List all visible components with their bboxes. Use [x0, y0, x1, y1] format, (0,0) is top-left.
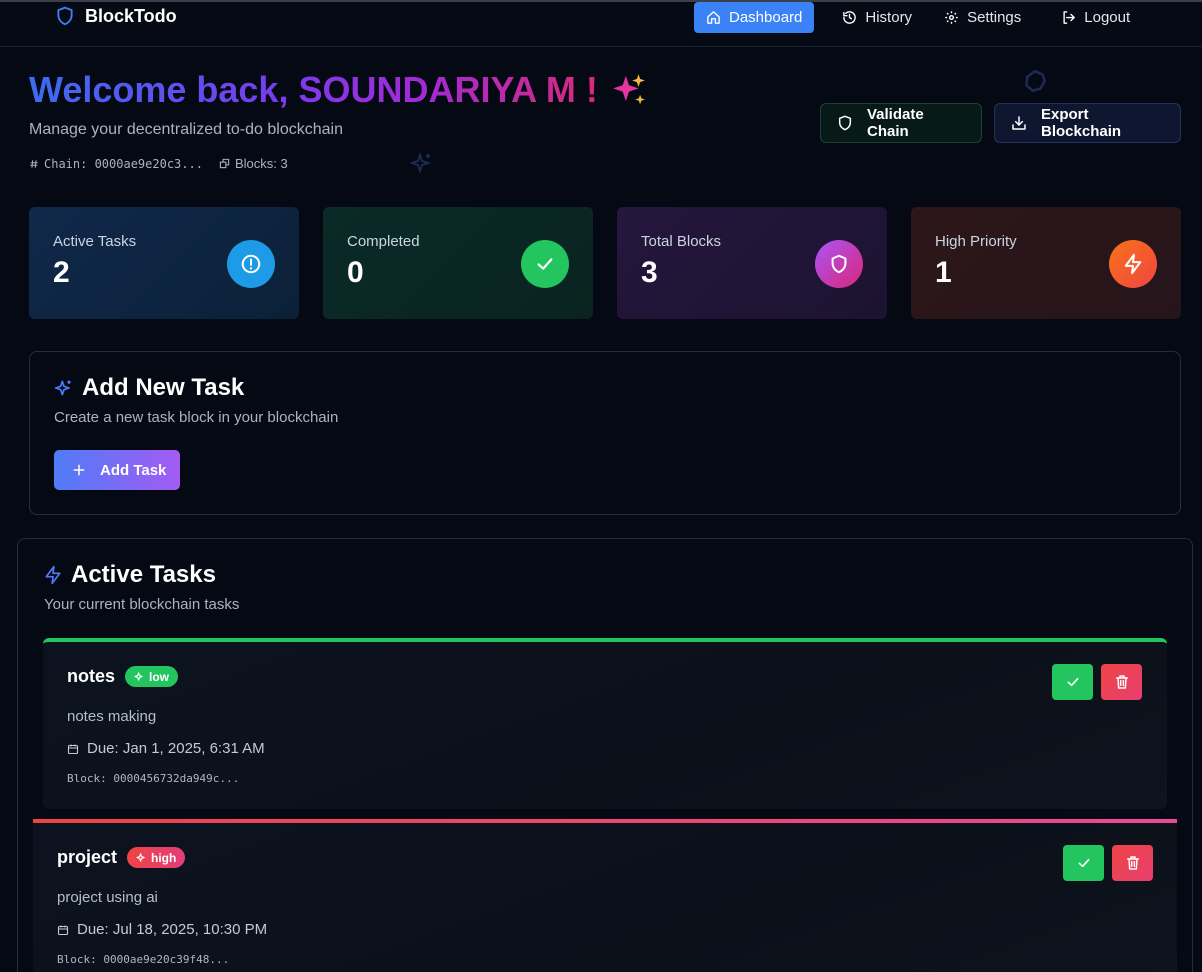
- priority-label: low: [149, 669, 170, 684]
- plus-icon: [72, 463, 86, 477]
- hash-icon: [29, 159, 39, 169]
- export-blockchain-button[interactable]: Export Blockchain: [994, 103, 1181, 143]
- brand[interactable]: BlockTodo: [55, 5, 177, 27]
- nav-settings-label: Settings: [967, 9, 1022, 26]
- task-block-hash: Block: 0000ae9e20c39f48...: [57, 953, 230, 966]
- complete-task-button[interactable]: [1052, 664, 1093, 700]
- nav-dashboard[interactable]: Dashboard: [694, 2, 815, 33]
- add-task-button[interactable]: Add Task: [54, 450, 180, 490]
- add-task-label: Add Task: [100, 461, 167, 479]
- sparkle-icon: [134, 671, 145, 682]
- zap-icon: [43, 565, 63, 585]
- validate-chain-label: Validate Chain: [867, 106, 924, 140]
- sparkle-icon: [54, 378, 74, 398]
- task-due-label: Due: Jan 1, 2025, 6:31 AM: [87, 740, 265, 757]
- welcome-prefix: Welcome back,: [29, 69, 299, 110]
- validate-chain-button[interactable]: Validate Chain: [820, 103, 982, 143]
- zap-icon: [1109, 240, 1157, 288]
- add-task-subtitle: Create a new task block in your blockcha…: [54, 409, 339, 426]
- nav-logout[interactable]: Logout: [1049, 2, 1142, 33]
- chain-hash: Chain: 0000ae9e20c3...: [29, 157, 203, 171]
- active-tasks-title-text: Active Tasks: [71, 561, 216, 588]
- task-description: notes making: [67, 708, 157, 725]
- nav-logout-label: Logout: [1084, 9, 1131, 26]
- decorative-shield-icon: [1022, 68, 1048, 94]
- task-block-hash: Block: 0000456732da949c...: [67, 772, 240, 785]
- priority-badge: low: [125, 666, 179, 687]
- shield-icon: [55, 5, 75, 27]
- check-icon: [521, 240, 569, 288]
- shield-icon: [815, 240, 863, 288]
- username: SOUNDARIYA M !: [298, 69, 598, 110]
- complete-task-button[interactable]: [1063, 845, 1104, 881]
- nav-history-label: History: [865, 9, 913, 26]
- trash-icon: [1114, 674, 1130, 690]
- logout-icon: [1061, 10, 1076, 25]
- delete-task-button[interactable]: [1101, 664, 1142, 700]
- trash-icon: [1125, 855, 1141, 871]
- main-nav: Dashboard History Settings Logout: [694, 2, 1146, 33]
- priority-label: high: [151, 850, 177, 865]
- task-due-label: Due: Jul 18, 2025, 10:30 PM: [77, 921, 268, 938]
- history-icon: [842, 10, 857, 25]
- delete-task-button[interactable]: [1112, 845, 1153, 881]
- priority-badge: high: [127, 847, 186, 868]
- check-icon: [1065, 674, 1081, 690]
- task-due: Due: Jan 1, 2025, 6:31 AM: [67, 740, 265, 757]
- add-task-title: Add New Task: [54, 374, 244, 402]
- nav-settings[interactable]: Settings: [932, 2, 1033, 33]
- stat-card-active-tasks: Active Tasks 2: [29, 207, 299, 319]
- brand-name: BlockTodo: [85, 5, 177, 26]
- stat-card-high-priority: High Priority 1: [911, 207, 1181, 319]
- alert-circle-icon: [227, 240, 275, 288]
- block-count: Blocks: 3: [219, 156, 288, 171]
- export-blockchain-label: Export Blockchain: [1041, 106, 1122, 140]
- top-navbar: BlockTodo Dashboard History Settings Log…: [0, 0, 1202, 47]
- sparkles-emoji: [610, 71, 648, 109]
- block-count-label: Blocks: 3: [234, 156, 288, 171]
- sparkle-icon: [136, 852, 147, 863]
- page-subtitle: Manage your decentralized to-do blockcha…: [29, 121, 343, 138]
- nav-history[interactable]: History: [830, 2, 924, 33]
- task-card: notes low notes making Due: Jan 1, 2025,…: [43, 638, 1167, 809]
- chain-meta: Chain: 0000ae9e20c3... Blocks: 3: [29, 156, 288, 171]
- calendar-icon: [67, 743, 79, 755]
- active-tasks-subtitle: Your current blockchain tasks: [44, 596, 240, 613]
- shield-icon: [837, 115, 853, 131]
- download-icon: [1011, 115, 1027, 131]
- task-due: Due: Jul 18, 2025, 10:30 PM: [57, 921, 267, 938]
- check-icon: [1076, 855, 1092, 871]
- page-title: Welcome back, SOUNDARIYA M !: [29, 69, 648, 111]
- calendar-icon: [57, 924, 69, 936]
- task-card: project high project using ai Due: Jul 1…: [33, 819, 1177, 972]
- gear-icon: [944, 10, 959, 25]
- task-name: notes: [67, 666, 116, 686]
- add-task-panel: Add New Task Create a new task block in …: [29, 351, 1181, 515]
- add-task-title-text: Add New Task: [82, 374, 245, 401]
- task-description: project using ai: [57, 889, 158, 906]
- stat-card-total-blocks: Total Blocks 3: [617, 207, 887, 319]
- stat-card-completed: Completed 0: [323, 207, 593, 319]
- task-name: project: [57, 847, 118, 867]
- active-tasks-title: Active Tasks: [43, 561, 216, 589]
- nav-dashboard-label: Dashboard: [729, 9, 803, 26]
- blocks-icon: [219, 158, 230, 169]
- home-icon: [706, 10, 721, 25]
- decorative-sparkle-icon: [410, 151, 434, 175]
- chain-hash-label: Chain: 0000ae9e20c3...: [44, 156, 203, 171]
